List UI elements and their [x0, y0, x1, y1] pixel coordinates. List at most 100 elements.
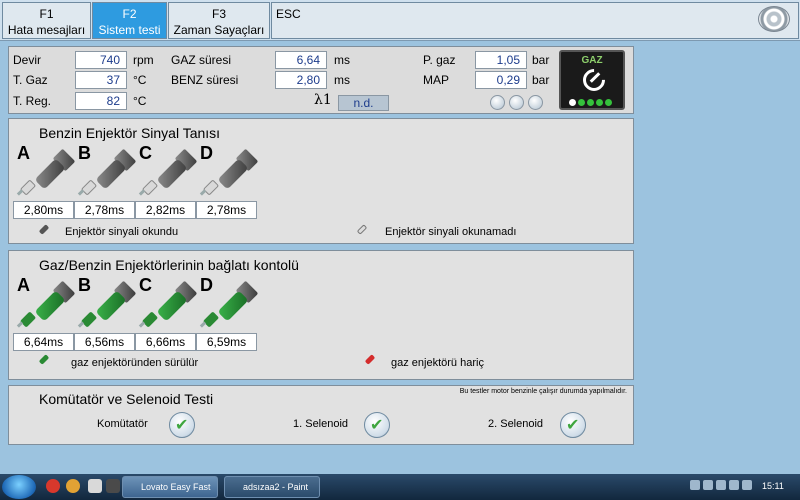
- injector-tip-icon: [80, 311, 98, 328]
- injector-tip-icon: [19, 311, 37, 328]
- devir-unit: rpm: [133, 53, 154, 67]
- tgaz-label: T. Gaz: [13, 73, 48, 87]
- tab-zaman-sayaclari[interactable]: F3 Zaman Sayaçları: [168, 2, 270, 39]
- benzin-injector-c: C: [137, 143, 198, 205]
- gaz-level-led-4: [596, 99, 603, 106]
- gaz-level-led-3: [587, 99, 594, 106]
- injector-body-icon: [34, 290, 66, 322]
- injector-body-icon: [156, 158, 188, 190]
- injector-tip-icon: [141, 311, 159, 328]
- benzin-injector-a-value: 2,80ms: [13, 201, 74, 219]
- legend-gas-excluded: gaz enjektörü hariç: [391, 357, 484, 369]
- legend-signal-read: Enjektör sinyali okundu: [65, 226, 179, 238]
- benzin-injector-c-value: 2,82ms: [135, 201, 196, 219]
- injector-tip-icon: [202, 179, 220, 196]
- gaz-logo-text: GAZ: [581, 55, 603, 66]
- quicklaunch-opera-icon[interactable]: [46, 479, 60, 493]
- gaz-suresi-label: GAZ süresi: [171, 53, 232, 67]
- gaz-level-led-5: [605, 99, 612, 106]
- komutator-test-button[interactable]: [169, 412, 195, 438]
- injector-letter: A: [17, 275, 30, 295]
- pgaz-label: P. gaz: [423, 53, 456, 67]
- tab-key: ESC: [276, 7, 301, 21]
- pgaz-value: 1,05: [475, 51, 527, 69]
- benzin-injector-panel: Benzin Enjektör Sinyal Tanısı A 2,80ms B 2,…: [8, 118, 634, 244]
- injector-body-icon: [217, 158, 249, 190]
- injector-tip-icon: [80, 179, 98, 196]
- exit-disc-icon[interactable]: [758, 6, 790, 32]
- map-unit: bar: [532, 73, 550, 87]
- lambda-label: λ1: [314, 92, 332, 108]
- injector-letter: B: [78, 275, 91, 295]
- lovato-app-window: F1 Hata mesajları F2 Sistem testi F3 Zam…: [0, 0, 800, 474]
- gas-injector-b: B: [76, 275, 137, 337]
- map-label: MAP: [423, 73, 450, 87]
- gas-injector-c: C: [137, 275, 198, 337]
- gaz-led-row: [569, 97, 614, 109]
- benzin-panel-title: Benzin Enjektör Sinyal Tanısı: [39, 125, 221, 141]
- legend-signal-not-read: Enjektör sinyali okunamadı: [385, 226, 517, 238]
- injector-letter: B: [78, 143, 91, 163]
- gas-injector-c-value: 6,66ms: [135, 333, 196, 351]
- quicklaunch-app-icon[interactable]: [88, 479, 102, 493]
- tab-esc[interactable]: ESC: [271, 2, 799, 39]
- tgaz-value: 37: [75, 71, 127, 89]
- gaz-switch-logo[interactable]: GAZ: [559, 50, 625, 110]
- indicator-button-1[interactable]: [490, 95, 505, 110]
- komutator-panel-title: Komütatör ve Selenoid Testi: [39, 391, 214, 407]
- start-orb-icon[interactable]: [2, 475, 36, 499]
- injector-tip-icon: [202, 311, 220, 328]
- injector-letter: A: [17, 143, 30, 163]
- devir-value: 740: [75, 51, 127, 69]
- selenoid-2-test-button[interactable]: [560, 412, 586, 438]
- quicklaunch-firefox-icon[interactable]: [66, 479, 80, 493]
- gas-injector-d: D: [198, 275, 259, 337]
- benzin-injector-a: A: [15, 143, 76, 205]
- gas-injector-a: A: [15, 275, 76, 337]
- benz-suresi-unit: ms: [334, 73, 350, 87]
- tab-key: F3: [211, 7, 226, 21]
- gas-injector-icon: [35, 353, 51, 369]
- gas-injector-a-value: 6,64ms: [13, 333, 74, 351]
- tab-bar: F1 Hata mesajları F2 Sistem testi F3 Zam…: [0, 0, 800, 41]
- indicator-button-2[interactable]: [509, 95, 524, 110]
- benzin-injector-d: D: [198, 143, 259, 205]
- komutator-label: Komütatör: [97, 418, 148, 430]
- treg-label: T. Reg.: [13, 94, 52, 108]
- benzin-injector-b: B: [76, 143, 137, 205]
- selenoid-2-label: 2. Selenoid: [488, 418, 544, 430]
- injector-not-read-icon: [353, 223, 369, 239]
- status-panel: Devir 740 rpm T. Gaz 37 °C T. Reg. 82 °C…: [8, 46, 634, 114]
- injector-letter: D: [200, 143, 213, 163]
- quicklaunch-app2-icon[interactable]: [106, 479, 120, 493]
- lambda-value: n.d.: [338, 95, 389, 111]
- komutator-note: Bu testler motor benzinle çalışır durumd…: [459, 388, 627, 395]
- tab-hata-mesajlari[interactable]: F1 Hata mesajları: [2, 2, 91, 39]
- system-tray[interactable]: [690, 480, 755, 493]
- tab-key: F2: [122, 7, 137, 21]
- injector-body-icon: [34, 158, 66, 190]
- selenoid-1-test-button[interactable]: [364, 412, 390, 438]
- injector-body-icon: [95, 290, 127, 322]
- tab-label: Zaman Sayaçları: [173, 23, 265, 37]
- injector-tip-icon: [19, 179, 37, 196]
- benz-suresi-label: BENZ süresi: [171, 73, 239, 87]
- treg-value: 82: [75, 92, 127, 110]
- injector-body-icon: [95, 158, 127, 190]
- indicator-button-3[interactable]: [528, 95, 543, 110]
- legend-gas-driven: gaz enjektöründen sürülür: [71, 357, 199, 369]
- tgaz-unit: °C: [133, 73, 147, 87]
- injector-tip-icon: [141, 179, 159, 196]
- gas-panel-title: Gaz/Benzin Enjektörlerinin bağlatı konto…: [39, 257, 299, 273]
- gas-injector-panel: Gaz/Benzin Enjektörlerinin bağlatı konto…: [8, 250, 634, 380]
- injector-read-icon: [35, 223, 51, 239]
- devir-label: Devir: [13, 53, 42, 67]
- tab-sistem-testi[interactable]: F2 Sistem testi: [92, 2, 167, 39]
- map-value: 0,29: [475, 71, 527, 89]
- taskbar-clock: 15:11: [762, 481, 784, 491]
- gas-injector-b-value: 6,56ms: [74, 333, 135, 351]
- taskbar-lovato-task[interactable]: Lovato Easy Fast: [122, 476, 218, 498]
- taskbar-paint-task[interactable]: adsızaa2 - Paint: [224, 476, 320, 498]
- treg-unit: °C: [133, 94, 147, 108]
- gaz-level-led-1: [569, 99, 576, 106]
